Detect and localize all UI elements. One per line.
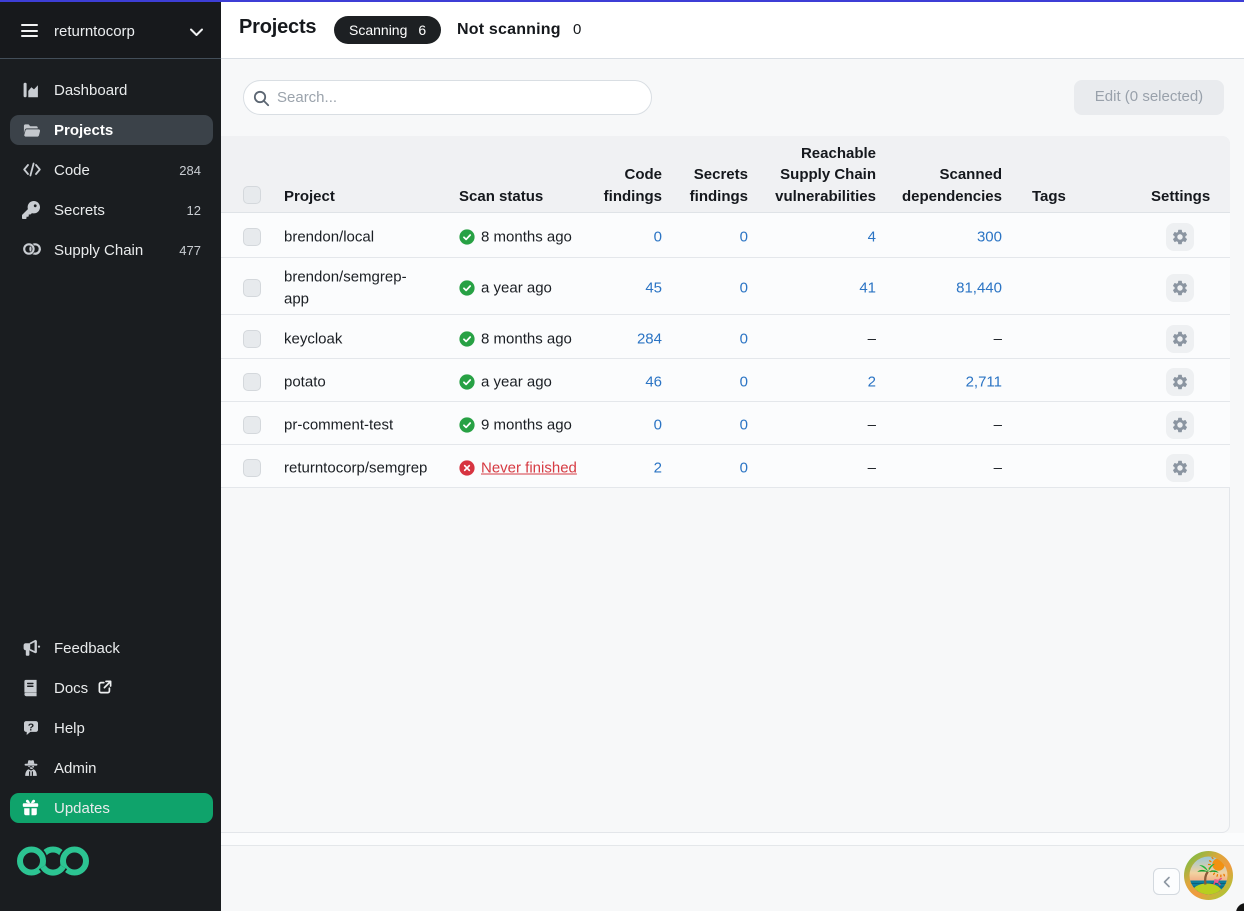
svg-text:?: ? <box>28 721 34 733</box>
